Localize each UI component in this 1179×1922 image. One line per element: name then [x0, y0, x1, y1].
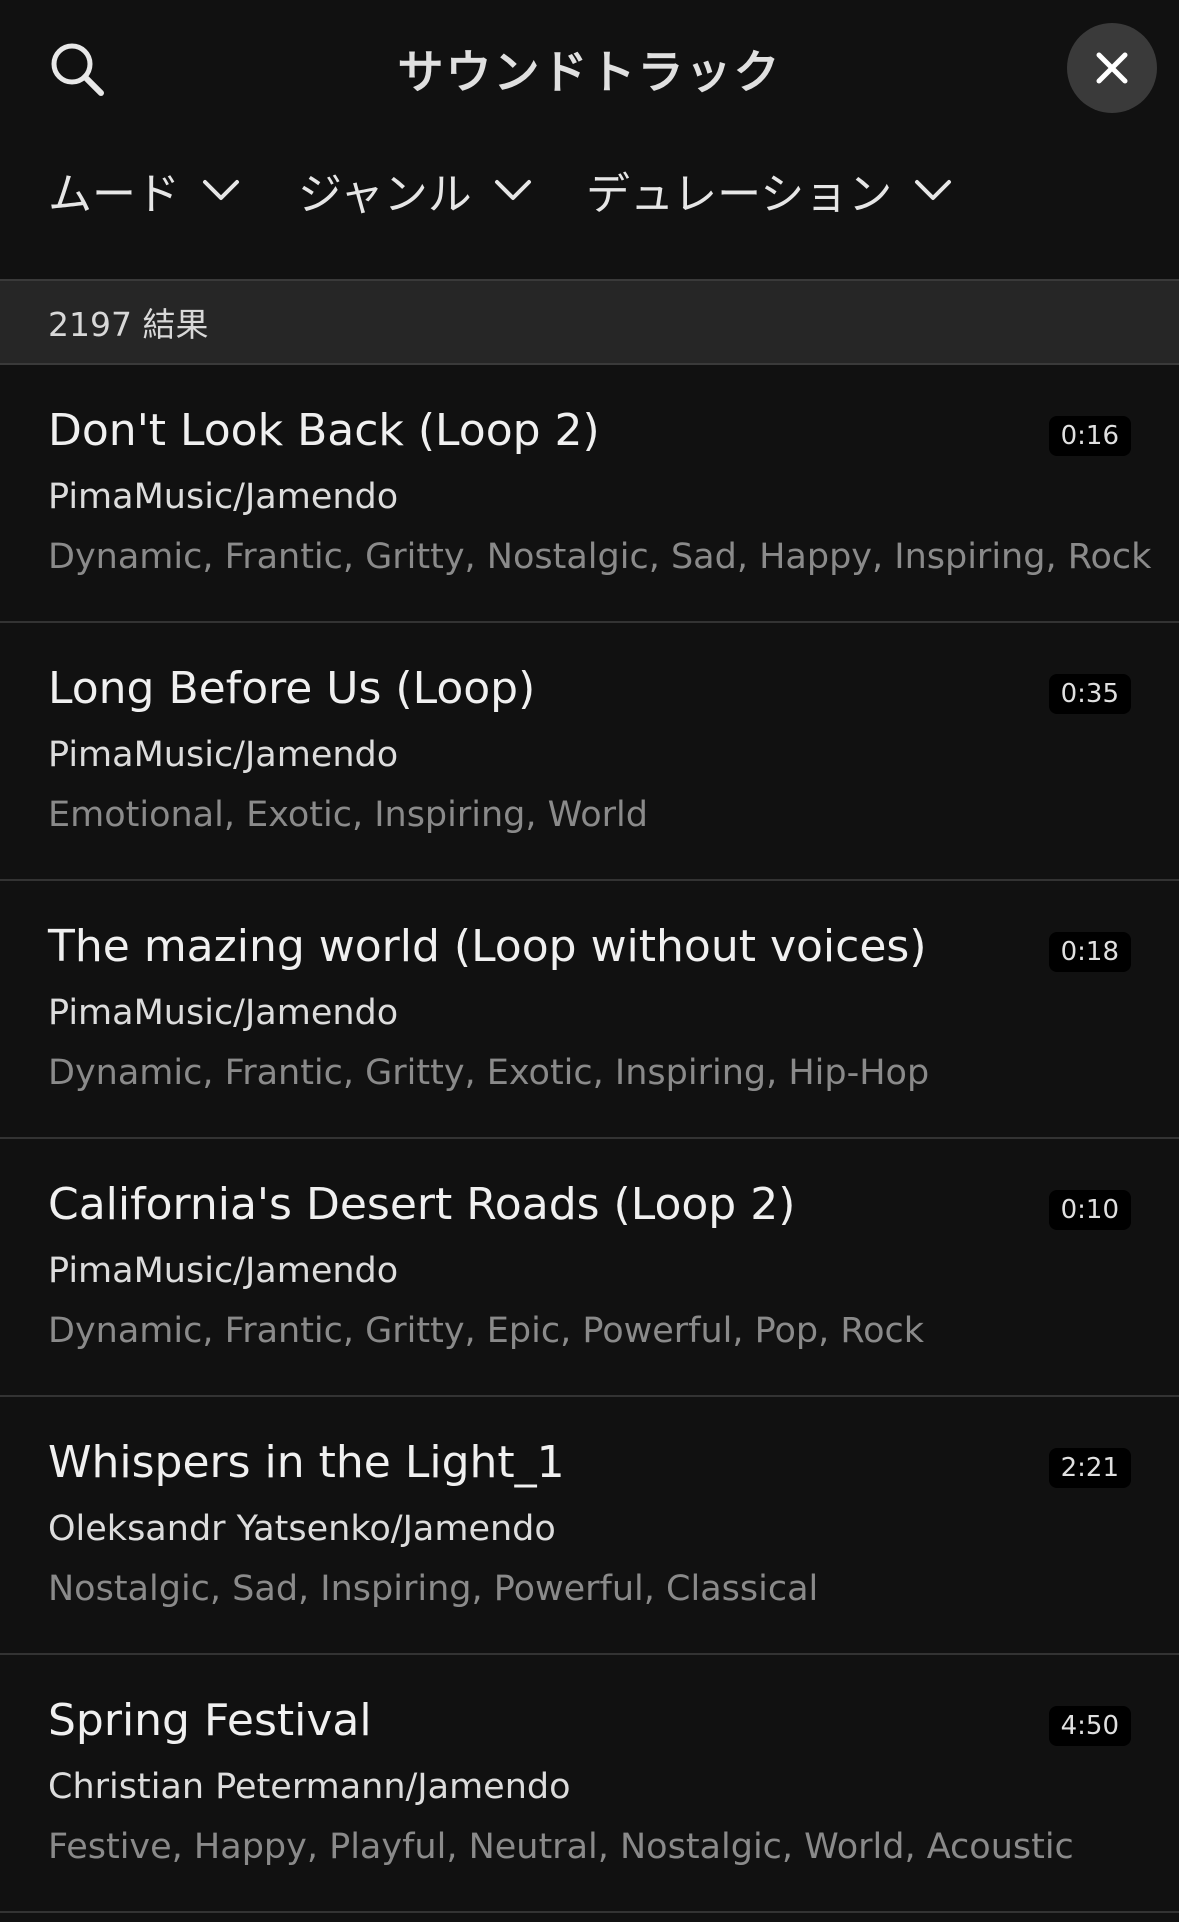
duration-badge: 4:50	[1048, 1706, 1131, 1746]
chevron-down-icon	[202, 178, 240, 202]
chevron-down-icon	[494, 178, 532, 202]
results-count-bar: 2197 結果	[0, 279, 1179, 365]
duration-badge: 0:16	[1048, 416, 1131, 456]
track-title: Don't Look Back (Loop 2)	[48, 405, 600, 456]
soundtrack-screen: サウンドトラック ムード ジャンル デュレーション 2197 結果 Don't …	[0, 0, 1179, 1922]
filter-mood-label: ムード	[48, 169, 180, 220]
track-tags: Emotional, Exotic, Inspiring, World	[48, 795, 648, 835]
track-tags: Nostalgic, Sad, Inspiring, Powerful, Cla…	[48, 1569, 819, 1609]
track-item[interactable]: The mazing world (Loop without voices) P…	[0, 881, 1179, 1139]
track-artist: PimaMusic/Jamendo	[48, 735, 399, 775]
track-artist: Oleksandr Yatsenko/Jamendo	[48, 1509, 556, 1549]
page-title: サウンドトラック	[397, 45, 782, 99]
track-title: Long Before Us (Loop)	[48, 663, 536, 714]
close-icon	[1096, 52, 1128, 84]
filter-genre-label: ジャンル	[298, 169, 472, 220]
track-artist: Christian Petermann/Jamendo	[48, 1767, 571, 1807]
track-tags: Dynamic, Frantic, Gritty, Nostalgic, Sad…	[48, 537, 1152, 577]
track-item[interactable]: Long Before Us (Loop) PimaMusic/Jamendo …	[0, 623, 1179, 881]
track-title: California's Desert Roads (Loop 2)	[48, 1179, 796, 1230]
duration-badge: 2:21	[1048, 1448, 1131, 1488]
track-artist: PimaMusic/Jamendo	[48, 1251, 399, 1291]
track-item[interactable]: Don't Look Back (Loop 2) PimaMusic/Jamen…	[0, 365, 1179, 623]
track-title: The mazing world (Loop without voices)	[48, 921, 927, 972]
duration-badge: 0:18	[1048, 932, 1131, 972]
track-title: Spring Festival	[48, 1695, 372, 1746]
track-tags: Dynamic, Frantic, Gritty, Exotic, Inspir…	[48, 1053, 930, 1093]
duration-badge: 0:10	[1048, 1190, 1131, 1230]
track-item[interactable]: California's Desert Roads (Loop 2) PimaM…	[0, 1139, 1179, 1397]
track-artist: PimaMusic/Jamendo	[48, 477, 399, 517]
track-list: Don't Look Back (Loop 2) PimaMusic/Jamen…	[0, 365, 1179, 1913]
close-button[interactable]	[1067, 23, 1157, 113]
results-count: 2197 結果	[48, 305, 209, 344]
filter-bar: ムード ジャンル デュレーション	[0, 150, 1179, 230]
filter-mood-dropdown[interactable]: ムード	[48, 150, 240, 230]
track-item[interactable]: Spring Festival Christian Petermann/Jame…	[0, 1655, 1179, 1913]
track-artist: PimaMusic/Jamendo	[48, 993, 399, 1033]
filter-duration-label: デュレーション	[586, 169, 893, 220]
track-tags: Dynamic, Frantic, Gritty, Epic, Powerful…	[48, 1311, 925, 1351]
track-title: Whispers in the Light_1	[48, 1437, 565, 1488]
header: サウンドトラック	[0, 0, 1179, 135]
filter-genre-dropdown[interactable]: ジャンル	[298, 150, 532, 230]
duration-badge: 0:35	[1048, 674, 1131, 714]
track-tags: Festive, Happy, Playful, Neutral, Nostal…	[48, 1827, 1074, 1867]
track-item[interactable]: Whispers in the Light_1 Oleksandr Yatsen…	[0, 1397, 1179, 1655]
chevron-down-icon	[914, 178, 952, 202]
filter-duration-dropdown[interactable]: デュレーション	[586, 150, 952, 230]
